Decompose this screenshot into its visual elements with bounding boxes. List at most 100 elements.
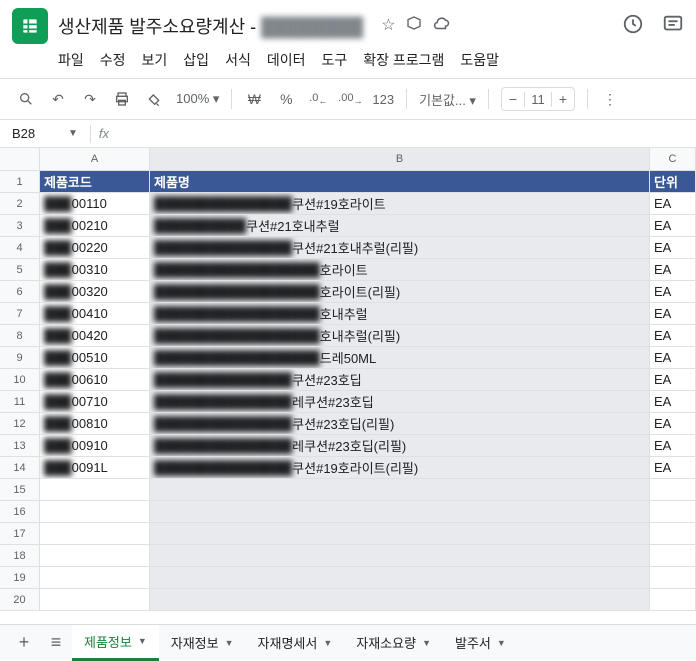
- cell[interactable]: ██████████████████호라이트: [150, 259, 650, 280]
- cell[interactable]: ███0091L: [40, 457, 150, 478]
- more-icon[interactable]: ⋮: [596, 85, 624, 113]
- cell[interactable]: [40, 523, 150, 544]
- cell[interactable]: ██████████████████호내추럴(리필): [150, 325, 650, 346]
- cell[interactable]: EA: [650, 281, 696, 302]
- cell[interactable]: ██████████████████호내추럴: [150, 303, 650, 324]
- menu-data[interactable]: 데이터: [267, 50, 306, 70]
- cell[interactable]: ███00510: [40, 347, 150, 368]
- cell[interactable]: [40, 567, 150, 588]
- star-icon[interactable]: ☆: [381, 15, 395, 38]
- row-header[interactable]: 17: [0, 523, 40, 544]
- cell[interactable]: [150, 501, 650, 522]
- sheet-tab[interactable]: 자재명세서▼: [246, 625, 345, 661]
- sheet-tab[interactable]: 발주서▼: [443, 625, 518, 661]
- menu-edit[interactable]: 수정: [100, 50, 126, 70]
- cell[interactable]: ███00410: [40, 303, 150, 324]
- row-header[interactable]: 3: [0, 215, 40, 236]
- cell[interactable]: ███00420: [40, 325, 150, 346]
- row-header[interactable]: 7: [0, 303, 40, 324]
- spreadsheet-grid[interactable]: A B C 1 제품코드 제품명 단위 2 ███00110 █████████…: [0, 148, 696, 611]
- cell[interactable]: ███00320: [40, 281, 150, 302]
- row-header[interactable]: 12: [0, 413, 40, 434]
- cell[interactable]: ███████████████쿠션#23호딥(리필): [150, 413, 650, 434]
- row-header[interactable]: 5: [0, 259, 40, 280]
- move-icon[interactable]: [406, 15, 422, 38]
- cell[interactable]: ███00220: [40, 237, 150, 258]
- cell[interactable]: ███00910: [40, 435, 150, 456]
- font-size-value[interactable]: 11: [524, 92, 552, 107]
- cell[interactable]: [150, 589, 650, 610]
- menu-view[interactable]: 보기: [142, 50, 168, 70]
- cell[interactable]: ███00610: [40, 369, 150, 390]
- print-icon[interactable]: [108, 85, 136, 113]
- menu-extensions[interactable]: 확장 프로그램: [363, 50, 444, 70]
- chevron-down-icon[interactable]: ▼: [323, 638, 332, 648]
- cloud-icon[interactable]: [432, 15, 450, 38]
- number-format-btn[interactable]: 123: [368, 92, 398, 107]
- cell[interactable]: ███████████████쿠션#21호내추럴(리필): [150, 237, 650, 258]
- cell[interactable]: EA: [650, 347, 696, 368]
- cell[interactable]: [40, 589, 150, 610]
- cell[interactable]: ███00210: [40, 215, 150, 236]
- cell[interactable]: ███00310: [40, 259, 150, 280]
- row-header[interactable]: 19: [0, 567, 40, 588]
- font-size-minus[interactable]: −: [502, 91, 524, 107]
- cell[interactable]: EA: [650, 259, 696, 280]
- sheet-tab-active[interactable]: 제품정보▼: [72, 625, 159, 661]
- cell[interactable]: EA: [650, 325, 696, 346]
- row-header[interactable]: 16: [0, 501, 40, 522]
- chevron-down-icon[interactable]: ▼: [497, 638, 506, 648]
- cell[interactable]: ███00710: [40, 391, 150, 412]
- row-header[interactable]: 8: [0, 325, 40, 346]
- sheet-tab[interactable]: 자재소요량▼: [344, 625, 443, 661]
- cell[interactable]: EA: [650, 457, 696, 478]
- chevron-down-icon[interactable]: ▼: [138, 636, 147, 646]
- menu-format[interactable]: 서식: [225, 50, 251, 70]
- all-sheets-btn[interactable]: ≡: [40, 627, 72, 659]
- history-icon[interactable]: [622, 13, 644, 40]
- menu-tools[interactable]: 도구: [321, 50, 347, 70]
- cell[interactable]: [150, 545, 650, 566]
- zoom-select[interactable]: 100% ▾: [172, 91, 223, 107]
- row-header[interactable]: 11: [0, 391, 40, 412]
- cell[interactable]: EA: [650, 303, 696, 324]
- sheet-tab[interactable]: 자재정보▼: [159, 625, 246, 661]
- cell[interactable]: [650, 523, 696, 544]
- chevron-down-icon[interactable]: ▼: [422, 638, 431, 648]
- dec-increase-btn[interactable]: .00→: [336, 85, 364, 113]
- cell[interactable]: ██████████████████호라이트(리필): [150, 281, 650, 302]
- cell[interactable]: [650, 567, 696, 588]
- doc-title[interactable]: 생산제품 발주소요량계산 -: [58, 17, 261, 37]
- row-header[interactable]: 13: [0, 435, 40, 456]
- cell[interactable]: 제품명: [150, 171, 650, 192]
- menu-file[interactable]: 파일: [58, 50, 84, 70]
- select-all-corner[interactable]: [0, 148, 40, 170]
- paint-icon[interactable]: [140, 85, 168, 113]
- cell[interactable]: EA: [650, 413, 696, 434]
- sheets-logo[interactable]: [12, 8, 48, 44]
- row-header[interactable]: 1: [0, 171, 40, 192]
- currency-btn[interactable]: ₩: [240, 85, 268, 113]
- cell[interactable]: [150, 523, 650, 544]
- col-header-a[interactable]: A: [40, 148, 150, 170]
- cell[interactable]: [40, 479, 150, 500]
- cell[interactable]: ███████████████쿠션#23호딥: [150, 369, 650, 390]
- cell[interactable]: [650, 545, 696, 566]
- search-icon[interactable]: [12, 85, 40, 113]
- row-header[interactable]: 20: [0, 589, 40, 610]
- col-header-c[interactable]: C: [650, 148, 696, 170]
- dec-decrease-btn[interactable]: .0←: [304, 85, 332, 113]
- cell[interactable]: EA: [650, 435, 696, 456]
- font-size-plus[interactable]: +: [552, 91, 574, 107]
- cell[interactable]: ███████████████쿠션#19호라이트(리필): [150, 457, 650, 478]
- cell[interactable]: [650, 479, 696, 500]
- comment-icon[interactable]: [662, 13, 684, 40]
- row-header[interactable]: 6: [0, 281, 40, 302]
- cell[interactable]: ███00110: [40, 193, 150, 214]
- cell[interactable]: ██████████████████드레50ML: [150, 347, 650, 368]
- name-box-dropdown[interactable]: ▼: [68, 128, 78, 139]
- cell[interactable]: EA: [650, 369, 696, 390]
- cell[interactable]: [650, 589, 696, 610]
- menu-help[interactable]: 도움말: [460, 50, 499, 70]
- menu-insert[interactable]: 삽입: [183, 50, 209, 70]
